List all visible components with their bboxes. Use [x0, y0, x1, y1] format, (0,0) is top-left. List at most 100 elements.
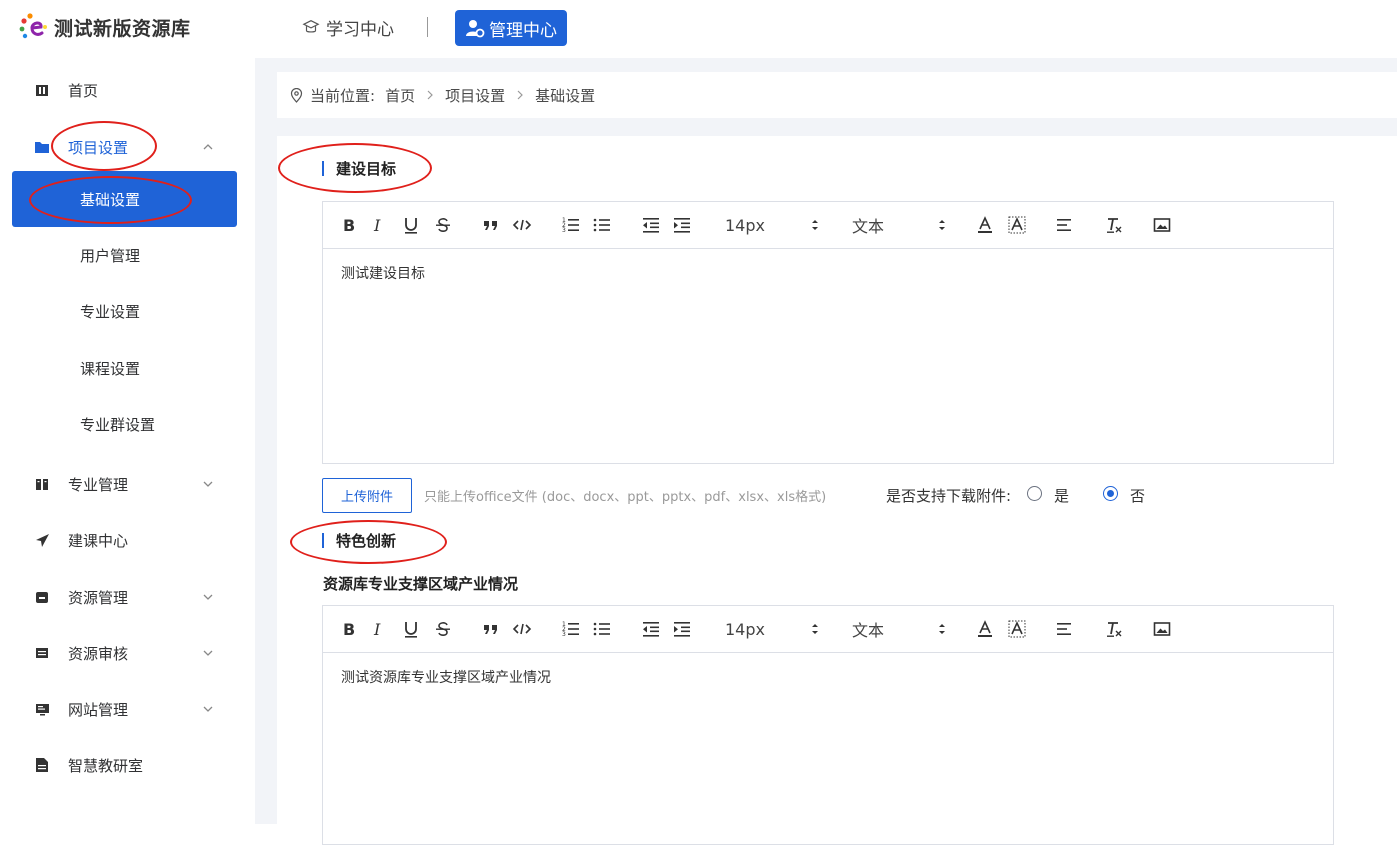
- bullet-list-icon[interactable]: [592, 215, 612, 235]
- radio-download-yes-label[interactable]: 是: [1054, 485, 1069, 506]
- sidebar-subitem-user-management[interactable]: 用户管理: [0, 235, 255, 275]
- sidebar-item-website-management[interactable]: 网站管理: [0, 689, 255, 729]
- bold-icon[interactable]: B: [339, 215, 359, 235]
- graduation-cap-icon: [302, 20, 320, 33]
- location-pin-icon: [290, 87, 303, 103]
- radio-download-no[interactable]: [1103, 486, 1118, 501]
- outdent-icon[interactable]: [641, 215, 661, 235]
- underline-icon[interactable]: [401, 215, 421, 235]
- sidebar-item-home[interactable]: 首页: [0, 70, 255, 110]
- radio-download-no-label[interactable]: 否: [1130, 485, 1145, 506]
- sidebar-item-resource-management[interactable]: 资源管理: [0, 577, 255, 617]
- background-color-icon[interactable]: [1007, 619, 1027, 639]
- section-accent-bar: [322, 532, 324, 548]
- svg-text:B: B: [343, 216, 355, 235]
- italic-icon[interactable]: I: [369, 619, 389, 639]
- block-type-select[interactable]: 文本: [852, 619, 948, 640]
- outdent-icon[interactable]: [641, 619, 661, 639]
- sidebar-item-label: 首页: [68, 81, 99, 100]
- sidebar-subitem-label: 专业群设置: [80, 415, 156, 434]
- sidebar-subitem-course-settings[interactable]: 课程设置: [0, 348, 255, 388]
- clear-format-icon[interactable]: [1104, 215, 1124, 235]
- image-icon[interactable]: [1152, 215, 1172, 235]
- select-caret-icon: [812, 220, 818, 230]
- section-title-text: 建设目标: [336, 159, 397, 178]
- chevron-right-icon: [517, 90, 523, 100]
- sidebar-item-label: 智慧教研室: [68, 756, 144, 775]
- strikethrough-icon[interactable]: [433, 215, 453, 235]
- svg-text:I: I: [373, 620, 381, 639]
- code-icon[interactable]: [512, 619, 532, 639]
- editor-content-goal[interactable]: 测试建设目标: [323, 249, 1333, 297]
- blockquote-icon[interactable]: [481, 619, 501, 639]
- chevron-right-icon: [427, 90, 433, 100]
- logo-icon: [19, 13, 47, 39]
- nav-admin-center[interactable]: 管理中心: [455, 10, 567, 46]
- nav-learning-center-label: 学习中心: [326, 19, 394, 40]
- align-icon[interactable]: [1055, 215, 1075, 235]
- upload-hint: 只能上传office文件 (doc、docx、ppt、pptx、pdf、xlsx…: [424, 490, 827, 505]
- font-size-select[interactable]: 14px: [725, 619, 821, 639]
- block-type-select[interactable]: 文本: [852, 215, 948, 236]
- upload-attachment-button[interactable]: 上传附件: [322, 478, 412, 513]
- chevron-down-icon: [203, 481, 213, 487]
- font-size-value: 14px: [725, 215, 765, 235]
- indent-icon[interactable]: [672, 619, 692, 639]
- sidebar-item-label: 资源管理: [68, 588, 129, 607]
- rich-text-editor-feature: B I 123 14px 文本 测试资源库专业支撑区域产业情况: [322, 605, 1334, 845]
- box-icon: [34, 589, 50, 605]
- background-color-icon[interactable]: [1007, 215, 1027, 235]
- block-type-value: 文本: [852, 621, 885, 640]
- sidebar-item-label: 资源审核: [68, 644, 129, 663]
- sidebar-item-smart-teaching-room[interactable]: 智慧教研室: [0, 745, 255, 785]
- image-icon[interactable]: [1152, 619, 1172, 639]
- strikethrough-icon[interactable]: [433, 619, 453, 639]
- chevron-down-icon: [203, 594, 213, 600]
- breadcrumb-current: 基础设置: [535, 86, 596, 105]
- editor-toolbar: B I 123 14px 文本: [323, 202, 1333, 249]
- ordered-list-icon[interactable]: 123: [561, 215, 581, 235]
- breadcrumb-link-home[interactable]: 首页: [385, 85, 415, 106]
- clear-format-icon[interactable]: [1104, 619, 1124, 639]
- download-support-label: 是否支持下载附件:: [886, 487, 1012, 505]
- sidebar-item-course-building[interactable]: 建课中心: [0, 520, 255, 560]
- code-icon[interactable]: [512, 215, 532, 235]
- chevron-down-icon: [203, 706, 213, 712]
- nav-learning-center[interactable]: 学习中心: [302, 12, 394, 42]
- font-color-icon[interactable]: [975, 619, 995, 639]
- underline-icon[interactable]: [401, 619, 421, 639]
- building-icon: [34, 82, 50, 98]
- nav-divider: [427, 17, 428, 37]
- nav-admin-center-label: 管理中心: [489, 20, 557, 41]
- sidebar-subitem-major-settings[interactable]: 专业设置: [0, 291, 255, 331]
- indent-icon[interactable]: [672, 215, 692, 235]
- align-icon[interactable]: [1055, 619, 1075, 639]
- sidebar-item-project-settings[interactable]: 项目设置: [0, 127, 255, 167]
- document-list-icon: [34, 645, 50, 661]
- sidebar-item-label: 网站管理: [68, 700, 129, 719]
- bold-icon[interactable]: B: [339, 619, 359, 639]
- ordered-list-icon[interactable]: 123: [561, 619, 581, 639]
- block-type-value: 文本: [852, 217, 885, 236]
- font-color-icon[interactable]: [975, 215, 995, 235]
- file-icon: [34, 757, 50, 773]
- sidebar-item-resource-review[interactable]: 资源审核: [0, 633, 255, 673]
- sidebar-item-label: 专业管理: [68, 475, 129, 494]
- sidebar-subitem-major-group-settings[interactable]: 专业群设置: [0, 404, 255, 444]
- italic-icon[interactable]: I: [369, 215, 389, 235]
- radio-download-yes[interactable]: [1027, 486, 1042, 501]
- section-accent-bar: [322, 160, 324, 176]
- user-gear-icon: [466, 20, 485, 38]
- sidebar-item-major-management[interactable]: 专业管理: [0, 464, 255, 504]
- rich-text-editor-goal: B I 123 14px 文本 测试建设目标: [322, 201, 1334, 464]
- feature-subheading: 资源库专业支撑区域产业情况: [323, 575, 519, 593]
- bullet-list-icon[interactable]: [592, 619, 612, 639]
- breadcrumb-link-project-settings[interactable]: 项目设置: [445, 85, 505, 106]
- select-caret-icon: [939, 624, 945, 634]
- sidebar-subitem-basic-settings[interactable]: 基础设置: [12, 171, 237, 227]
- blockquote-icon[interactable]: [481, 215, 501, 235]
- editor-content-feature[interactable]: 测试资源库专业支撑区域产业情况: [323, 653, 1333, 701]
- font-size-select[interactable]: 14px: [725, 215, 821, 235]
- svg-text:B: B: [343, 620, 355, 639]
- app-logo[interactable]: 测试新版资源库: [18, 10, 191, 44]
